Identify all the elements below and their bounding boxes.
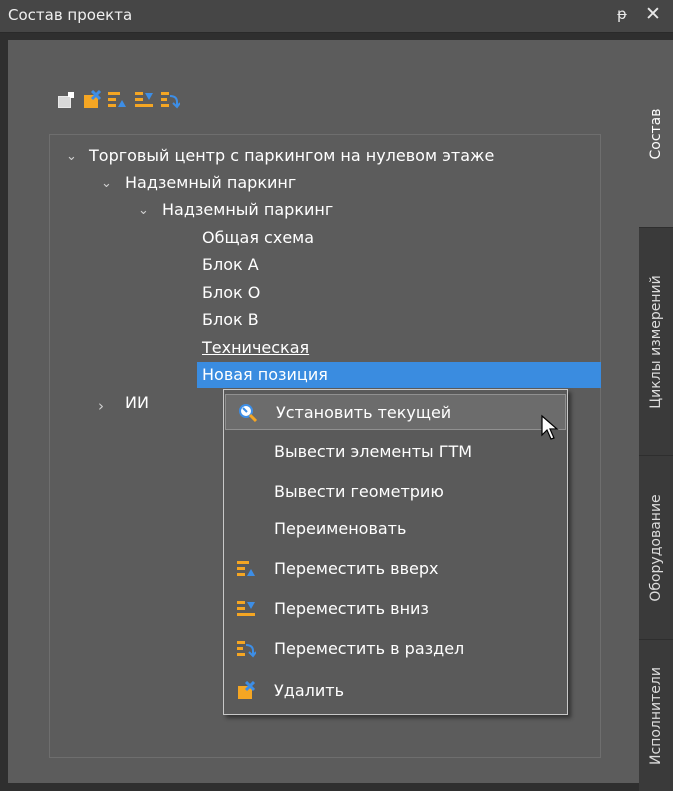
move-up-icon[interactable] bbox=[107, 90, 127, 110]
tree-node-level1[interactable]: Надземный паркинг bbox=[125, 170, 296, 196]
menu-item-delete[interactable]: Удалить bbox=[224, 673, 567, 709]
panel-title: Состав проекта bbox=[8, 6, 133, 24]
menu-item-label: Вывести геометрию bbox=[274, 482, 444, 501]
tab-label: Состав bbox=[648, 107, 664, 160]
move-down-icon bbox=[237, 601, 255, 616]
tree-leaf[interactable]: Блок О bbox=[202, 280, 260, 306]
tree-node-sibling[interactable]: ИИ bbox=[125, 390, 149, 416]
tab-sostav[interactable]: Состав bbox=[639, 40, 673, 228]
chevron-down-icon[interactable]: ⌄ bbox=[138, 203, 149, 218]
chevron-down-icon[interactable]: ⌄ bbox=[66, 149, 77, 164]
tab-label: Исполнители bbox=[648, 666, 664, 765]
panel-titlebar: Состав проекта ᵽ ✕ bbox=[0, 0, 673, 33]
menu-item-set-current[interactable]: Установить текущей bbox=[225, 394, 566, 430]
delete-icon[interactable] bbox=[82, 90, 102, 110]
mouse-cursor-icon bbox=[541, 414, 559, 440]
tab-label: Оборудование bbox=[648, 493, 664, 602]
add-node-icon[interactable] bbox=[56, 90, 76, 110]
menu-item-move-up[interactable]: Переместить вверх bbox=[224, 551, 567, 587]
menu-item-label: Переместить вниз bbox=[274, 599, 429, 618]
menu-item-label: Установить текущей bbox=[276, 403, 452, 422]
close-icon[interactable]: ✕ bbox=[645, 3, 661, 25]
pin-icon[interactable]: ᵽ bbox=[617, 5, 627, 23]
tree-leaf[interactable]: Блок А bbox=[202, 252, 259, 278]
tree-leaf[interactable]: Общая схема bbox=[202, 225, 314, 251]
menu-item-rename[interactable]: Переименовать bbox=[224, 511, 567, 547]
chevron-down-icon[interactable]: ⌄ bbox=[101, 176, 112, 191]
menu-item-move-down[interactable]: Переместить вниз bbox=[224, 591, 567, 627]
delete-icon bbox=[238, 681, 256, 699]
context-menu: Установить текущей Вывести элементы ГТМ … bbox=[223, 389, 568, 715]
menu-item-label: Переименовать bbox=[274, 519, 407, 538]
tree-leaf[interactable]: Техническая bbox=[202, 335, 309, 361]
menu-item-label: Переместить вверх bbox=[274, 559, 439, 578]
tab-label: Циклы измерений bbox=[648, 274, 664, 409]
move-down-icon[interactable] bbox=[134, 90, 154, 110]
menu-item-show-gtm[interactable]: Вывести элементы ГТМ bbox=[224, 434, 567, 470]
move-to-section-icon bbox=[237, 641, 256, 658]
tree-leaf-selected[interactable]: Новая позиция bbox=[202, 362, 328, 388]
magnifier-icon bbox=[239, 404, 258, 423]
menu-item-label: Вывести элементы ГТМ bbox=[274, 442, 473, 461]
move-to-section-icon[interactable] bbox=[160, 90, 180, 110]
tree-node-level2[interactable]: Надземный паркинг bbox=[162, 197, 333, 223]
tab-equipment[interactable]: Оборудование bbox=[639, 456, 673, 640]
tab-performers[interactable]: Исполнители bbox=[639, 640, 673, 791]
tree-leaf[interactable]: Блок В bbox=[202, 307, 259, 333]
menu-item-label: Переместить в раздел bbox=[274, 639, 465, 658]
menu-item-show-geometry[interactable]: Вывести геометрию bbox=[224, 474, 567, 510]
move-up-icon bbox=[237, 561, 255, 576]
chevron-right-icon[interactable]: › bbox=[98, 397, 104, 415]
tab-measurement-cycles[interactable]: Циклы измерений bbox=[639, 228, 673, 456]
tree-node-root[interactable]: Торговый центр с паркингом на нулевом эт… bbox=[89, 143, 494, 169]
menu-item-move-to-section[interactable]: Переместить в раздел bbox=[224, 631, 567, 667]
side-tab-strip: Состав Циклы измерений Оборудование Испо… bbox=[639, 40, 673, 791]
menu-item-label: Удалить bbox=[274, 681, 344, 700]
